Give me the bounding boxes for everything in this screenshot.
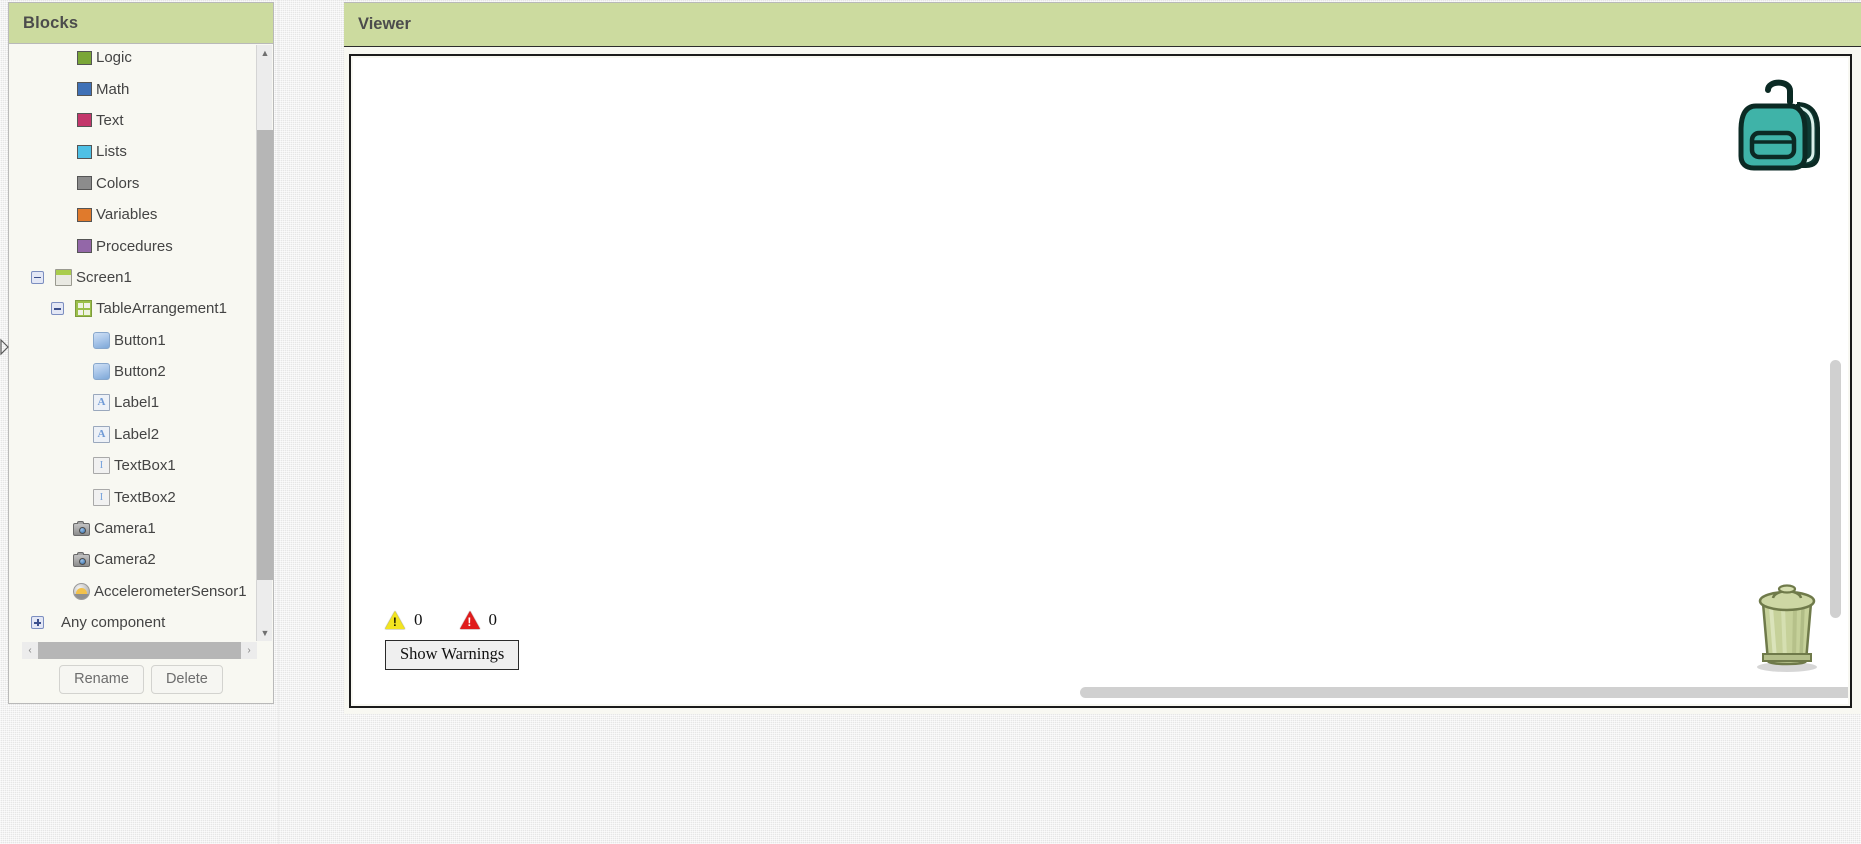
tree-item-label: Camera2: [94, 551, 156, 569]
blocks-category-label: Lists: [96, 143, 127, 161]
blocks-category-colors[interactable]: Colors: [9, 168, 257, 199]
tree-item-any-component[interactable]: Any component: [9, 607, 257, 638]
accelerometer-icon: [73, 582, 90, 600]
tree-item-label: TableArrangement1: [96, 300, 227, 318]
blockly-workspace-canvas[interactable]: ! 0 ! 0 Show Warnings: [353, 58, 1848, 704]
tree-action-buttons: Rename Delete: [9, 665, 273, 694]
tree-item-label: Button2: [114, 363, 166, 381]
tree-item-label: Camera1: [94, 520, 156, 538]
warning-counts: ! 0 ! 0: [385, 607, 519, 633]
blocks-tree: Logic Math Text Lists Colors Variables P…: [9, 44, 257, 638]
table-arrangement-icon: [75, 300, 92, 318]
tree-item-label: Button1: [114, 331, 166, 349]
color-swatch-icon: [77, 50, 92, 65]
warning-indicator-cluster: ! 0 ! 0 Show Warnings: [385, 607, 520, 670]
blocks-panel-title: Blocks: [23, 13, 79, 32]
rename-button[interactable]: Rename: [59, 665, 144, 694]
blocks-category-label: Procedures: [96, 237, 173, 255]
blocks-category-text[interactable]: Text: [9, 105, 257, 136]
color-swatch-icon: [77, 144, 92, 159]
tree-item-label1[interactable]: A Label1: [9, 387, 257, 418]
tree-item-textbox1[interactable]: I TextBox1: [9, 450, 257, 481]
tree-item-label: Any component: [61, 614, 166, 632]
blocks-tree-scroll-area[interactable]: Logic Math Text Lists Colors Variables P…: [9, 44, 273, 641]
tree-item-label: AccelerometerSensor1: [94, 582, 247, 600]
blocks-category-label: Colors: [96, 174, 140, 192]
workspace-horizontal-scrollbar[interactable]: [1080, 687, 1848, 698]
blocks-category-logic[interactable]: Logic: [9, 44, 257, 73]
tree-item-button2[interactable]: Button2: [9, 356, 257, 387]
panel-divider: [278, 0, 279, 844]
backpack-icon[interactable]: [1734, 70, 1826, 179]
tree-item-label: Label2: [114, 425, 160, 443]
delete-button[interactable]: Delete: [150, 665, 223, 694]
tree-item-label: TextBox2: [114, 488, 176, 506]
viewer-panel-title: Viewer: [358, 15, 411, 33]
color-swatch-icon: [77, 82, 92, 97]
blocks-tree-horizontal-scrollbar[interactable]: ‹ ›: [22, 642, 257, 659]
button-icon: [93, 331, 110, 349]
tree-item-textbox2[interactable]: I TextBox2: [9, 481, 257, 512]
workspace-vertical-scrollbar[interactable]: [1830, 360, 1841, 618]
scroll-right-arrow-icon[interactable]: ›: [241, 642, 257, 659]
tree-item-screen1[interactable]: Screen1: [9, 262, 257, 293]
camera-icon: [73, 521, 90, 537]
blocks-category-lists[interactable]: Lists: [9, 136, 257, 167]
textbox-icon: I: [93, 457, 110, 475]
blocks-category-variables[interactable]: Variables: [9, 199, 257, 230]
collapse-toggle-icon[interactable]: [51, 302, 64, 316]
color-swatch-icon: [77, 176, 92, 191]
tree-item-label: Label1: [114, 394, 160, 412]
color-swatch-icon: [77, 113, 92, 128]
camera-icon: [73, 552, 90, 568]
label-icon: A: [93, 425, 110, 443]
warning-count: 0: [414, 610, 423, 629]
scrollbar-thumb[interactable]: [38, 642, 241, 659]
scroll-down-arrow-icon[interactable]: ▼: [257, 625, 273, 641]
tree-item-tablearrangement1[interactable]: TableArrangement1: [9, 293, 257, 324]
blocks-category-math[interactable]: Math: [9, 73, 257, 104]
viewer-panel-header: Viewer: [344, 2, 1861, 47]
expand-toggle-icon[interactable]: [31, 616, 44, 630]
label-icon: A: [93, 394, 110, 412]
tree-item-camera2[interactable]: Camera2: [9, 544, 257, 575]
scroll-left-arrow-icon[interactable]: ‹: [22, 642, 38, 659]
trashcan-icon[interactable]: [1744, 579, 1830, 678]
show-warnings-button[interactable]: Show Warnings: [385, 640, 520, 670]
blocks-category-label: Logic: [96, 49, 132, 67]
warning-triangle-icon: !: [385, 611, 405, 629]
blocks-tree-vertical-scrollbar[interactable]: ▲ ▼: [256, 45, 273, 641]
tree-item-camera1[interactable]: Camera1: [9, 513, 257, 544]
viewer-panel: Viewer ! 0 ! 0 Show Warnings: [344, 2, 1861, 714]
blocks-category-label: Variables: [96, 206, 158, 224]
error-count: 0: [488, 610, 498, 629]
collapse-arrow-icon: [0, 338, 9, 356]
blockly-workspace-frame: ! 0 ! 0 Show Warnings: [349, 54, 1852, 708]
panel-collapse-handle[interactable]: [0, 334, 9, 364]
scrollbar-thumb[interactable]: [257, 130, 273, 580]
screen-icon: [55, 268, 72, 286]
tree-item-label2[interactable]: A Label2: [9, 419, 257, 450]
tree-item-accelerometersensor1[interactable]: AccelerometerSensor1: [9, 576, 257, 607]
tree-item-label: Screen1: [76, 268, 132, 286]
button-icon: [93, 363, 110, 381]
collapse-toggle-icon[interactable]: [31, 270, 44, 284]
scroll-up-arrow-icon[interactable]: ▲: [257, 45, 273, 61]
blocks-category-label: Text: [96, 111, 124, 129]
error-exclamation-glyph: !: [467, 615, 472, 629]
color-swatch-icon: [77, 239, 92, 254]
blocks-panel-header: Blocks: [9, 3, 273, 44]
tree-item-button1[interactable]: Button1: [9, 325, 257, 356]
warning-exclamation-glyph: !: [392, 615, 397, 629]
textbox-icon: I: [93, 488, 110, 506]
tree-item-label: TextBox1: [114, 457, 176, 475]
color-swatch-icon: [77, 207, 92, 222]
blocks-panel: Blocks Logic Math Text Lists Colors Vari…: [8, 2, 274, 704]
error-triangle-icon: !: [459, 611, 480, 629]
blocks-category-label: Math: [96, 80, 130, 98]
blocks-category-procedures[interactable]: Procedures: [9, 230, 257, 261]
